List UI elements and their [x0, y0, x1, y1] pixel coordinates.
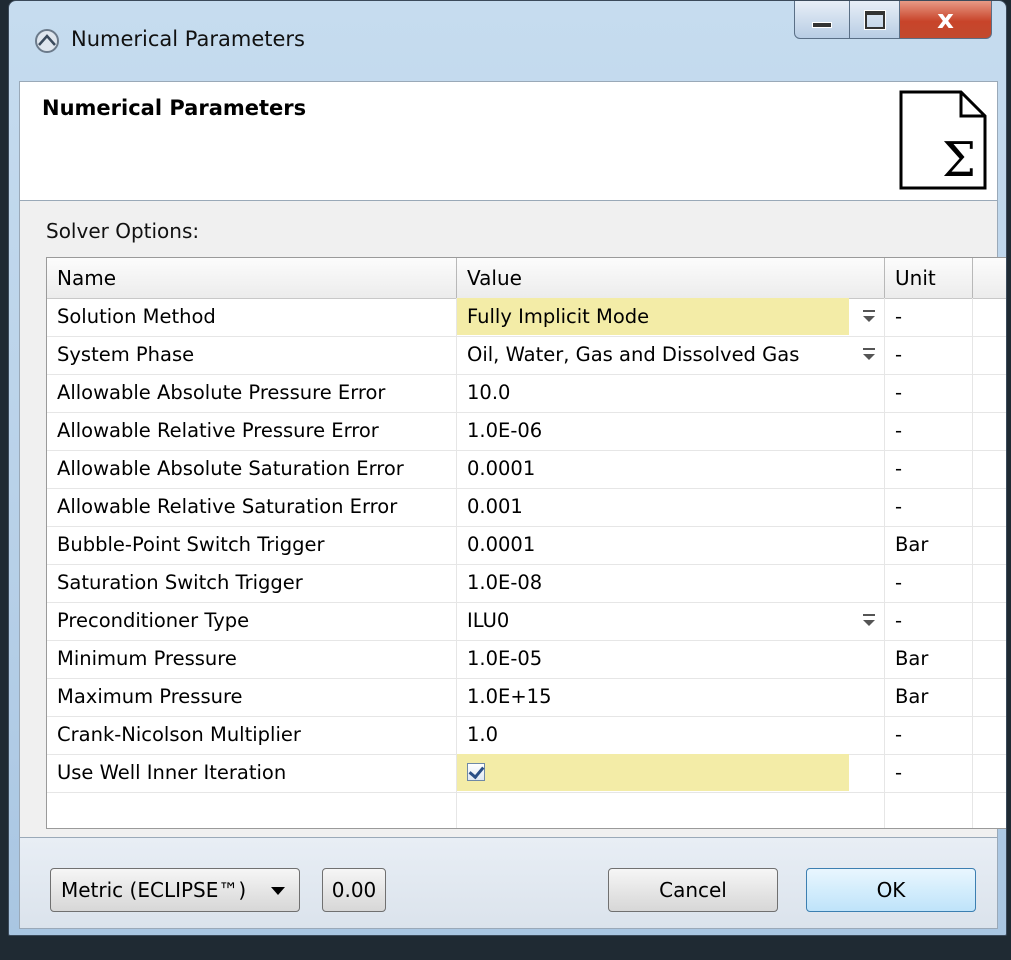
header-title: Numerical Parameters: [42, 96, 307, 120]
param-name: Allowable Relative Pressure Error: [47, 412, 457, 450]
param-value[interactable]: 1.0E-05: [457, 640, 885, 678]
param-unit: -: [885, 716, 973, 754]
grid-header: Name Value Unit: [47, 258, 1006, 299]
unit-system-dropdown[interactable]: Metric (ECLIPSE™): [50, 868, 300, 912]
use-well-inner-iteration-checkbox[interactable]: [467, 763, 485, 781]
param-unit: Bar: [885, 640, 973, 678]
app-icon: [35, 29, 59, 53]
solver-options-label: Solver Options:: [46, 219, 200, 243]
empty-cell: [457, 792, 885, 828]
minimize-button[interactable]: [794, 1, 850, 39]
param-name: Bubble-Point Switch Trigger: [47, 526, 457, 564]
param-value: Oil, Water, Gas and Dissolved Gas: [467, 343, 800, 366]
column-header-value[interactable]: Value: [457, 258, 885, 298]
ok-button[interactable]: OK: [806, 868, 976, 912]
table-row[interactable]: Allowable Absolute Saturation Error 0.00…: [47, 450, 1006, 489]
param-name: Maximum Pressure: [47, 678, 457, 716]
param-unit: -: [885, 450, 973, 488]
sigma-glyph: Σ: [942, 132, 976, 188]
cancel-button[interactable]: Cancel: [608, 868, 778, 912]
unit-system-label: Metric (ECLIPSE™): [61, 878, 247, 902]
param-name: Saturation Switch Trigger: [47, 564, 457, 602]
close-icon: x: [937, 4, 954, 35]
window-title: Numerical Parameters: [71, 27, 305, 51]
param-unit: Bar: [885, 678, 973, 716]
param-value[interactable]: 1.0E+15: [457, 678, 885, 716]
title-bar[interactable]: Numerical Parameters x: [9, 1, 1006, 79]
dialog-content: Solver Options: Name Value Unit Solution…: [19, 201, 1006, 837]
table-row[interactable]: Allowable Absolute Pressure Error 10.0 -: [47, 374, 1006, 413]
param-unit: -: [885, 602, 973, 640]
table-row[interactable]: Allowable Relative Saturation Error 0.00…: [47, 488, 1006, 527]
empty-cell: [885, 792, 973, 828]
param-name: Crank-Nicolson Multiplier: [47, 716, 457, 754]
param-value[interactable]: 1.0E-08: [457, 564, 885, 602]
param-name: Minimum Pressure: [47, 640, 457, 678]
dropdown-arrow-icon[interactable]: [858, 298, 880, 336]
dropdown-arrow-icon[interactable]: [858, 336, 880, 374]
param-value[interactable]: 1.0: [457, 716, 885, 754]
table-row[interactable]: Maximum Pressure 1.0E+15 Bar: [47, 678, 1006, 717]
dropdown-arrow-icon[interactable]: [858, 602, 880, 640]
column-header-name[interactable]: Name: [47, 258, 457, 298]
maximize-button[interactable]: [850, 1, 900, 39]
param-name: Allowable Absolute Pressure Error: [47, 374, 457, 412]
param-value[interactable]: 1.0E-06: [457, 412, 885, 450]
column-header-unit[interactable]: Unit: [885, 258, 973, 298]
dialog-window: Numerical Parameters x Numerical Paramet…: [8, 0, 1007, 936]
table-row[interactable]: Saturation Switch Trigger 1.0E-08 -: [47, 564, 1006, 603]
param-name: Preconditioner Type: [47, 602, 457, 640]
chevron-down-icon: [271, 887, 285, 895]
empty-cell: [47, 792, 457, 828]
dialog-header: Numerical Parameters Σ: [19, 81, 998, 201]
param-name: System Phase: [47, 336, 457, 374]
param-name: Solution Method: [47, 298, 457, 336]
param-unit: -: [885, 564, 973, 602]
window-controls: x: [794, 1, 992, 41]
param-unit: -: [885, 754, 973, 792]
table-row[interactable]: Minimum Pressure 1.0E-05 Bar: [47, 640, 1006, 679]
param-value[interactable]: 0.0001: [457, 526, 885, 564]
param-value: ILU0: [467, 609, 510, 632]
close-button[interactable]: x: [900, 1, 992, 39]
param-name: Use Well Inner Iteration: [47, 754, 457, 792]
dialog-footer: Metric (ECLIPSE™) 0.00 Cancel OK: [19, 837, 998, 929]
table-row[interactable]: System Phase Oil, Water, Gas and Dissolv…: [47, 336, 1006, 375]
param-value[interactable]: 10.0: [457, 374, 885, 412]
param-value-dropdown[interactable]: ILU0: [457, 602, 885, 640]
param-value-checkbox-cell[interactable]: [457, 754, 885, 792]
table-row[interactable]: Preconditioner Type ILU0 -: [47, 602, 1006, 641]
sigma-document-icon: Σ: [899, 90, 987, 190]
value-highlight: [457, 754, 849, 791]
maximize-icon: [863, 9, 886, 30]
minimize-icon: [812, 21, 832, 28]
empty-row: [47, 792, 1006, 828]
param-value-dropdown[interactable]: Fully Implicit Mode: [457, 298, 885, 336]
table-row[interactable]: Use Well Inner Iteration -: [47, 754, 1006, 793]
table-row[interactable]: Crank-Nicolson Multiplier 1.0 -: [47, 716, 1006, 755]
param-unit: -: [885, 336, 973, 374]
solver-options-grid: Name Value Unit Solution Method Fully Im…: [46, 257, 1006, 829]
param-name: Allowable Relative Saturation Error: [47, 488, 457, 526]
param-unit: -: [885, 298, 973, 336]
param-value[interactable]: 0.001: [457, 488, 885, 526]
table-row[interactable]: Solution Method Fully Implicit Mode -: [47, 298, 1006, 337]
param-value: Fully Implicit Mode: [467, 305, 650, 328]
param-value[interactable]: 0.0001: [457, 450, 885, 488]
param-name: Allowable Absolute Saturation Error: [47, 450, 457, 488]
table-row[interactable]: Allowable Relative Pressure Error 1.0E-0…: [47, 412, 1006, 451]
param-unit: -: [885, 374, 973, 412]
table-row[interactable]: Bubble-Point Switch Trigger 0.0001 Bar: [47, 526, 1006, 565]
precision-button[interactable]: 0.00: [322, 868, 386, 912]
param-unit: Bar: [885, 526, 973, 564]
param-value-dropdown[interactable]: Oil, Water, Gas and Dissolved Gas: [457, 336, 885, 374]
param-unit: -: [885, 412, 973, 450]
param-unit: -: [885, 488, 973, 526]
